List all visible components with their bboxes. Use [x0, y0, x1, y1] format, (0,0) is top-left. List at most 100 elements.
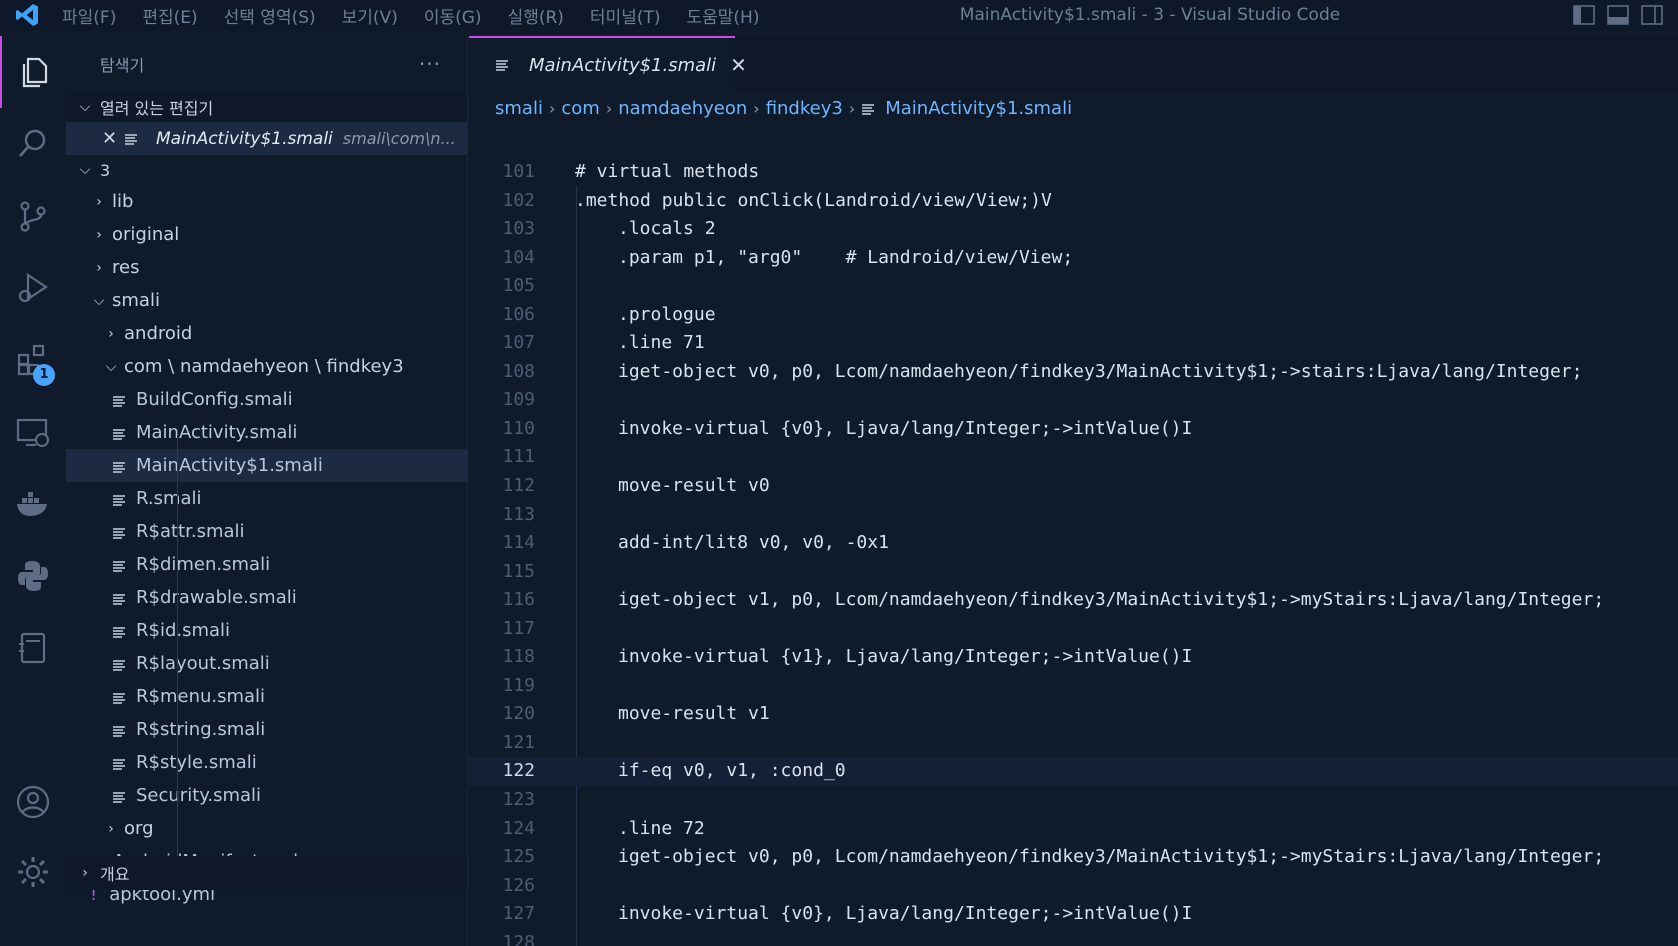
- editor-tab-active[interactable]: MainActivity$1.smali ✕: [469, 36, 747, 92]
- code-line[interactable]: 107 .line 71: [469, 329, 1678, 358]
- close-tab-icon[interactable]: ✕: [730, 53, 747, 77]
- tree-file[interactable]: R$layout.smali: [66, 647, 467, 680]
- tree-file[interactable]: BuildConfig.smali: [66, 383, 467, 416]
- code-text: .locals 2: [618, 218, 716, 240]
- breadcrumb-item[interactable]: smali: [495, 98, 543, 119]
- menu-item[interactable]: 편집(E): [142, 3, 197, 28]
- outline-section-header[interactable]: › 개요: [66, 856, 467, 890]
- tree-item-label: Security.smali: [136, 785, 262, 806]
- tree-file[interactable]: MainActivity$1.smali: [66, 449, 467, 482]
- code-line[interactable]: 114 add-int/lit8 v0, v0, -0x1: [469, 529, 1678, 558]
- code-line[interactable]: 110 invoke-virtual {v0}, Ljava/lang/Integ…: [469, 415, 1678, 444]
- run-debug-icon[interactable]: [0, 252, 66, 324]
- account-icon[interactable]: [0, 766, 66, 838]
- docker-icon[interactable]: [0, 468, 66, 540]
- code-line[interactable]: 101 # virtual methods: [469, 158, 1678, 187]
- chevron-right-icon: ›: [96, 226, 102, 243]
- line-number: 106: [502, 303, 535, 325]
- breadcrumb-item[interactable]: findkey3: [766, 98, 843, 119]
- tree-folder[interactable]: › android: [66, 317, 467, 350]
- more-actions-icon[interactable]: ···: [419, 52, 441, 76]
- breadcrumb-item[interactable]: namdaehyeon: [618, 98, 747, 119]
- code-line[interactable]: 106 .prologue: [469, 301, 1678, 330]
- code-text: iget-object v0, p0, Lcom/namdaehyeon/fin…: [618, 846, 1605, 868]
- source-control-icon[interactable]: [0, 180, 66, 252]
- open-editors-header[interactable]: ⌵ 열려 있는 편집기: [66, 92, 467, 122]
- remote-explorer-icon[interactable]: [0, 396, 66, 468]
- tree-folder[interactable]: › original: [66, 218, 467, 251]
- tree-file[interactable]: R$id.smali: [66, 614, 467, 647]
- file-lines-icon: [112, 690, 126, 704]
- notebook-icon[interactable]: [0, 612, 66, 684]
- code-line[interactable]: 113: [469, 501, 1678, 530]
- code-line[interactable]: 108 iget-object v0, p0, Lcom/namdaehyeon/…: [469, 358, 1678, 387]
- file-lines-icon: [112, 624, 126, 638]
- explorer-icon[interactable]: [0, 36, 66, 108]
- code-line[interactable]: 109: [469, 386, 1678, 415]
- code-line[interactable]: 118 invoke-virtual {v1}, Ljava/lang/Integ…: [469, 643, 1678, 672]
- workspace-root-header[interactable]: ⌵ 3: [66, 155, 467, 185]
- menu-item[interactable]: 터미널(T): [590, 3, 661, 28]
- workspace-root-label: 3: [100, 160, 111, 180]
- line-number: 103: [502, 218, 535, 240]
- tree-file[interactable]: R$style.smali: [66, 746, 467, 779]
- code-line[interactable]: 125 iget-object v0, p0, Lcom/namdaehyeon/…: [469, 843, 1678, 872]
- code-editor[interactable]: 101 # virtual methods 102 .method public on…: [469, 158, 1678, 946]
- menu-item[interactable]: 보기(V): [342, 3, 398, 28]
- code-text: .line 71: [618, 332, 705, 354]
- code-line[interactable]: 103 .locals 2: [469, 215, 1678, 244]
- code-line[interactable]: 105: [469, 272, 1678, 301]
- code-line[interactable]: 126: [469, 872, 1678, 901]
- tree-folder[interactable]: ⌵ smali: [66, 284, 467, 317]
- tree-file[interactable]: MainActivity.smali: [66, 416, 467, 449]
- tree-file[interactable]: R$attr.smali: [66, 515, 467, 548]
- breadcrumb-item[interactable]: MainActivity$1.smali: [885, 98, 1072, 119]
- toggle-panel-icon[interactable]: [1606, 4, 1630, 26]
- tree-file[interactable]: R$menu.smali: [66, 680, 467, 713]
- menu-item[interactable]: 파일(F): [62, 3, 116, 28]
- code-line[interactable]: 120 move-result v1: [469, 700, 1678, 729]
- code-text: # virtual methods: [575, 161, 760, 182]
- code-line[interactable]: 112 move-result v0: [469, 472, 1678, 501]
- menu-item[interactable]: 이동(G): [424, 3, 482, 28]
- code-line[interactable]: 121: [469, 729, 1678, 758]
- tree-folder[interactable]: ⌵ com \ namdaehyeon \ findkey3: [66, 350, 467, 383]
- open-editor-filename: MainActivity$1.smali: [156, 128, 333, 149]
- indent-guide: [177, 435, 178, 865]
- code-line[interactable]: 115: [469, 558, 1678, 587]
- toggle-secondary-sidebar-icon[interactable]: [1640, 4, 1664, 26]
- tree-file[interactable]: R$string.smali: [66, 713, 467, 746]
- code-line[interactable]: 119: [469, 672, 1678, 701]
- code-line[interactable]: 117: [469, 615, 1678, 644]
- search-icon[interactable]: [0, 108, 66, 180]
- tree-folder[interactable]: › org: [66, 812, 467, 845]
- tree-file[interactable]: R$drawable.smali: [66, 581, 467, 614]
- close-icon[interactable]: ✕: [102, 128, 124, 149]
- toggle-primary-sidebar-icon[interactable]: [1572, 4, 1596, 26]
- code-line[interactable]: 122 if-eq v0, v1, :cond_0: [469, 757, 1678, 787]
- code-line[interactable]: 128: [469, 929, 1678, 946]
- breadcrumb-item[interactable]: com: [561, 98, 599, 119]
- menu-item[interactable]: 실행(R): [508, 3, 564, 28]
- tree-folder[interactable]: › lib: [66, 185, 467, 218]
- code-line[interactable]: 111: [469, 443, 1678, 472]
- tree-file[interactable]: R.smali: [66, 482, 467, 515]
- code-line[interactable]: 124 .line 72: [469, 815, 1678, 844]
- settings-gear-icon[interactable]: [0, 836, 66, 908]
- vscode-logo-icon[interactable]: [14, 2, 40, 28]
- open-editor-item[interactable]: ✕ MainActivity$1.smali smali\com\n...: [66, 122, 467, 155]
- code-line[interactable]: 104 .param p1, "arg0" # Landroid/view/Vie…: [469, 244, 1678, 273]
- tree-item-label: R$layout.smali: [136, 653, 270, 674]
- extensions-icon[interactable]: 1: [0, 324, 66, 396]
- menu-item[interactable]: 선택 영역(S): [224, 3, 316, 28]
- code-line[interactable]: 127 invoke-virtual {v0}, Ljava/lang/Integ…: [469, 900, 1678, 929]
- code-line[interactable]: 116 iget-object v1, p0, Lcom/namdaehyeon/…: [469, 586, 1678, 615]
- tree-file[interactable]: R$dimen.smali: [66, 548, 467, 581]
- code-line[interactable]: 102 .method public onClick(Landroid/view/…: [469, 187, 1678, 216]
- code-line[interactable]: 123: [469, 786, 1678, 815]
- file-lines-icon: [112, 756, 126, 770]
- menu-item[interactable]: 도움말(H): [687, 3, 760, 28]
- tree-folder[interactable]: › res: [66, 251, 467, 284]
- tree-file[interactable]: Security.smali: [66, 779, 467, 812]
- python-icon[interactable]: [0, 540, 66, 612]
